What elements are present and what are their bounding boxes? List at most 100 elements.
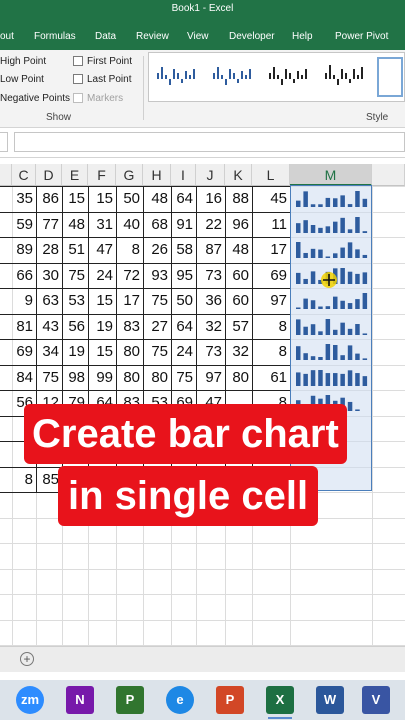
table-cell[interactable]: 73 (196, 265, 222, 287)
table-cell[interactable]: 45 (252, 188, 287, 210)
table-cell[interactable]: 59 (0, 214, 33, 236)
table-cell[interactable]: 89 (0, 239, 33, 261)
table-cell[interactable]: 72 (116, 265, 140, 287)
column-header-e[interactable]: E (62, 164, 88, 186)
markers-option[interactable]: Markers (87, 93, 123, 104)
table-cell[interactable]: 88 (225, 188, 249, 210)
table-cell[interactable]: 8 (252, 316, 287, 338)
project-app-icon[interactable]: P (116, 686, 144, 714)
negative-points-option[interactable]: Negative Points (0, 93, 70, 104)
table-cell[interactable]: 36 (196, 290, 222, 312)
table-cell[interactable]: 75 (143, 341, 168, 363)
tab-formulas[interactable]: Formulas (34, 31, 76, 42)
column-header-g[interactable]: G (116, 164, 143, 186)
table-cell[interactable]: 93 (143, 265, 168, 287)
worksheet-grid[interactable]: C D E F G H I J K L M 35 86 15 15 50 48 64 16 88… (0, 158, 405, 648)
table-cell[interactable]: 80 (116, 341, 140, 363)
table-cell[interactable]: 87 (196, 239, 222, 261)
table-cell[interactable]: 98 (62, 367, 85, 389)
column-header-k[interactable]: K (225, 164, 252, 186)
table-cell[interactable]: 97 (196, 367, 222, 389)
column-header-b[interactable] (0, 164, 12, 186)
style-swatch-selected[interactable] (377, 57, 403, 97)
table-cell[interactable]: 77 (36, 214, 59, 236)
table-cell[interactable]: 60 (225, 290, 249, 312)
tab-review[interactable]: Review (136, 31, 169, 42)
table-cell[interactable]: 35 (0, 188, 33, 210)
table-cell[interactable]: 15 (88, 290, 113, 312)
table-cell[interactable]: 69 (252, 265, 287, 287)
table-cell[interactable]: 75 (36, 367, 59, 389)
table-cell[interactable]: 11 (252, 214, 287, 236)
table-cell[interactable]: 69 (0, 341, 33, 363)
table-cell[interactable]: 80 (143, 367, 168, 389)
table-cell[interactable]: 17 (116, 290, 140, 312)
table-cell[interactable]: 96 (225, 214, 249, 236)
word-app-icon[interactable]: W (316, 686, 344, 714)
add-sheet-button[interactable]: + (20, 652, 34, 666)
table-cell[interactable]: 28 (36, 239, 59, 261)
last-point-option[interactable]: Last Point (87, 74, 131, 85)
table-cell[interactable]: 64 (171, 188, 193, 210)
table-cell[interactable]: 50 (116, 188, 140, 210)
table-cell[interactable]: 53 (62, 290, 85, 312)
table-cell[interactable]: 8 (252, 341, 287, 363)
column-header-i[interactable]: I (171, 164, 196, 186)
column-header-c[interactable]: C (12, 164, 36, 186)
table-cell[interactable]: 91 (171, 214, 193, 236)
tab-power-pivot[interactable]: Power Pivot (335, 31, 388, 42)
style-swatch-1[interactable] (153, 57, 203, 97)
table-cell[interactable]: 57 (225, 316, 249, 338)
excel-app-icon[interactable]: X (266, 686, 294, 719)
table-cell[interactable]: 24 (171, 341, 193, 363)
table-cell[interactable]: 97 (252, 290, 287, 312)
table-cell[interactable]: 8 (116, 239, 140, 261)
first-point-checkbox[interactable] (73, 56, 83, 66)
onenote-app-icon[interactable]: N (66, 686, 94, 714)
last-point-checkbox[interactable] (73, 74, 83, 84)
table-cell[interactable]: 48 (62, 214, 85, 236)
column-header-f[interactable]: F (88, 164, 116, 186)
table-cell[interactable]: 63 (36, 290, 59, 312)
table-cell[interactable]: 86 (36, 188, 59, 210)
tab-developer[interactable]: Developer (229, 31, 275, 42)
table-cell[interactable]: 48 (225, 239, 249, 261)
table-cell[interactable]: 80 (225, 367, 249, 389)
sparkline-style-gallery[interactable] (148, 52, 405, 102)
table-cell[interactable]: 19 (62, 341, 85, 363)
table-cell[interactable]: 99 (88, 367, 113, 389)
table-cell[interactable]: 40 (116, 214, 140, 236)
table-cell[interactable]: 32 (225, 341, 249, 363)
column-header-h[interactable]: H (143, 164, 171, 186)
table-cell[interactable]: 64 (171, 316, 193, 338)
table-cell[interactable]: 26 (143, 239, 168, 261)
table-cell[interactable]: 15 (88, 341, 113, 363)
table-cell[interactable]: 75 (143, 290, 168, 312)
table-cell[interactable]: 80 (116, 367, 140, 389)
table-cell[interactable]: 68 (143, 214, 168, 236)
table-cell[interactable]: 34 (36, 341, 59, 363)
table-cell[interactable]: 48 (143, 188, 168, 210)
tab-help[interactable]: Help (292, 31, 313, 42)
table-cell[interactable]: 83 (116, 316, 140, 338)
table-cell[interactable]: 32 (196, 316, 222, 338)
table-cell[interactable]: 75 (62, 265, 85, 287)
column-header-d[interactable]: D (36, 164, 62, 186)
table-cell[interactable]: 61 (252, 367, 287, 389)
table-cell[interactable]: 22 (196, 214, 222, 236)
edge-app-icon[interactable]: e (166, 686, 194, 714)
table-cell[interactable]: 27 (143, 316, 168, 338)
table-cell[interactable]: 15 (62, 188, 85, 210)
table-cell[interactable]: 84 (0, 367, 33, 389)
column-header-n[interactable] (372, 164, 405, 186)
table-cell[interactable]: 73 (196, 341, 222, 363)
column-header-l[interactable]: L (252, 164, 290, 186)
formula-input[interactable] (14, 132, 405, 152)
table-cell[interactable]: 19 (88, 316, 113, 338)
table-cell[interactable]: 15 (88, 188, 113, 210)
powerpoint-app-icon[interactable]: P (216, 686, 244, 714)
table-cell[interactable]: 24 (88, 265, 113, 287)
visio-app-icon[interactable]: V (362, 686, 390, 714)
table-cell[interactable]: 81 (0, 316, 33, 338)
tab-page-layout[interactable]: out (0, 31, 14, 42)
